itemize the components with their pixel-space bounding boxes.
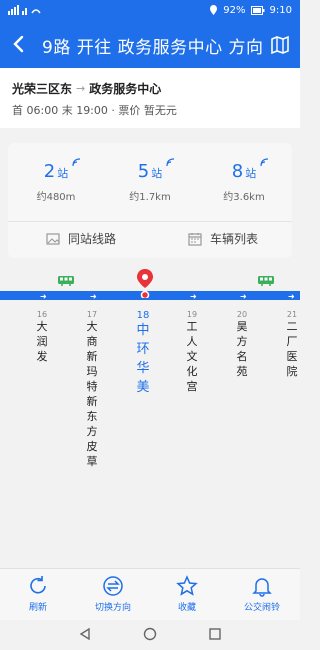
arrival-card: 2站 约480m 5站 约1.7km 8站 约3.6km 同站线路 车辆列表 [8,143,292,258]
favorite-button[interactable]: 收藏 [152,575,222,613]
current-stop-pin-icon [137,269,153,298]
stop-number: 19 [186,310,198,319]
signal-indicators [8,4,44,16]
signal-icon [8,5,41,15]
stop-name: 大 商 新 玛 特 新 东 方 皮 草 [86,320,98,468]
route-to: 政务服务中心 [89,82,162,96]
stops-away: 5 [137,161,150,182]
card-divider [8,221,292,222]
bus-stop[interactable]: 17 大 商 新 玛 特 新 东 方 皮 草 [83,300,101,469]
page-title: 9路 开往 政务服务中心 方向 [42,38,264,58]
bus-stop[interactable]: 20 昊 方 名 苑 [233,300,251,379]
realtime-icon [260,158,269,167]
bus-stop-current[interactable]: 18 中 环 华 美 [134,300,152,397]
star-icon [176,575,198,596]
header: 9路 开往 政务服务中心 方向 [0,22,300,68]
service-times: 首 06:00 末 19:00 · 票价 暂无元 [12,104,177,117]
stop-name: 二 厂 医 院 [286,320,298,378]
nav-recents-icon[interactable] [208,627,222,641]
bus-stop[interactable]: 21 二 厂 医 院 [283,300,301,379]
stop-name: 昊 方 名 苑 [236,320,248,378]
battery-icon [250,5,265,15]
route-from: 光荣三区东 [12,82,73,96]
realtime-icon [72,158,81,167]
clock: 9:10 [269,4,292,16]
stops-unit: 站 [57,167,69,180]
arrival-stat-2: 5站 约1.7km [110,158,190,203]
stop-number: 18 [136,310,150,321]
bus-stop[interactable]: 16 大 润 发 [33,300,51,364]
stop-number: 21 [286,310,298,319]
nav-back-icon[interactable] [78,627,92,641]
bottom-toolbar: 刷新 切换方向 收藏 公交闹铃 [0,568,300,621]
route-info: 光荣三区东 → 政务服务中心 首 06:00 末 19:00 · 票价 暂无元 [0,68,300,128]
arrival-stat-3: 8站 约3.6km [204,158,284,203]
map-icon[interactable] [270,35,290,55]
stop-name: 中 环 华 美 [136,323,150,395]
location-icon [210,5,218,15]
status-bar: 92% 9:10 [0,0,300,22]
bus-stop[interactable]: 19 工 人 文 化 宫 [183,300,201,394]
image-icon [46,232,60,245]
bus-icon[interactable] [258,276,274,286]
stop-name: 工 人 文 化 宫 [186,320,198,393]
bell-icon [252,578,272,597]
favorite-label: 收藏 [177,603,196,613]
stops-unit: 站 [151,167,163,180]
stop-number: 20 [236,310,248,319]
bus-icon[interactable] [58,276,74,286]
arrival-stat-1: 2站 约480m [16,158,96,203]
stops-unit: 站 [245,167,257,180]
route-arrow: → [76,82,86,95]
switch-direction-button[interactable]: 切换方向 [78,575,148,613]
battery-percent: 92% [223,4,246,16]
vehicle-list-label: 车辆列表 [210,232,259,246]
same-station-label: 同站线路 [68,232,117,246]
switch-direction-icon [103,576,123,596]
arrival-distance: 约480m [36,192,76,203]
refresh-label: 刷新 [28,603,47,613]
realtime-icon [166,158,175,167]
arrival-distance: 约3.6km [223,192,265,203]
system-nav-bar [0,620,300,650]
bus-alarm-label: 公交闹铃 [243,603,280,613]
stop-number: 17 [86,310,98,319]
nav-home-icon[interactable] [143,627,157,641]
stop-name: 大 润 发 [36,320,48,363]
refresh-button[interactable]: 刷新 [3,575,73,613]
switch-direction-label: 切换方向 [94,603,131,613]
vehicle-list-button[interactable]: 车辆列表 [188,230,258,247]
arrival-distance: 约1.7km [129,192,171,203]
route-endpoints: 光荣三区东 → 政务服务中心 [12,80,161,97]
stop-number: 16 [36,310,48,319]
calendar-icon [188,232,202,246]
same-station-lines-button[interactable]: 同站线路 [46,230,116,247]
bus-alarm-button[interactable]: 公交闹铃 [227,575,297,613]
stops-away: 8 [231,161,244,182]
stops-away: 2 [43,161,56,182]
back-icon[interactable] [8,33,30,55]
refresh-icon [30,576,46,594]
